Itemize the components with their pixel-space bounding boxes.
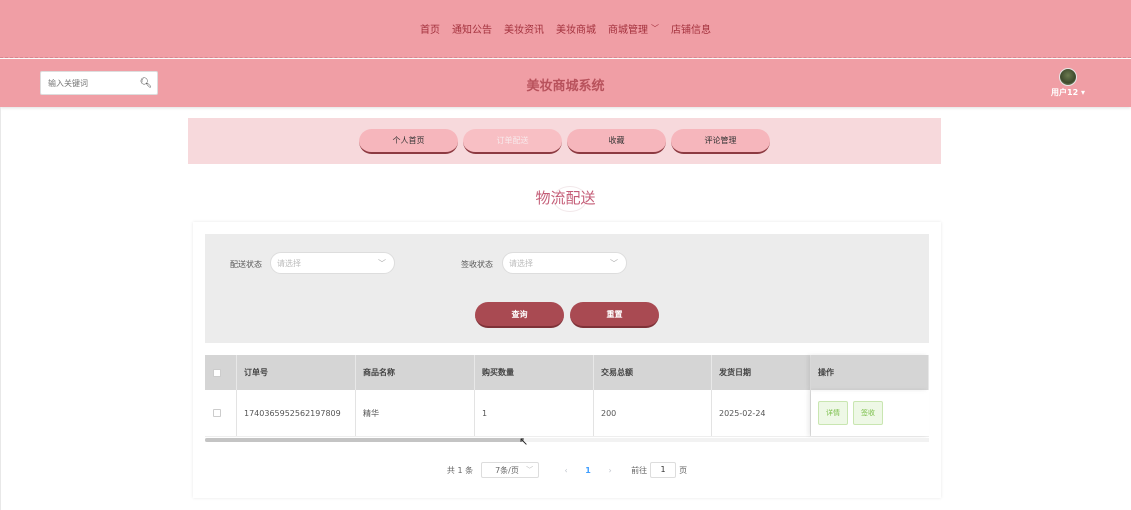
cell-quantity: 1 xyxy=(475,390,594,436)
chevron-down-icon: ﹀ xyxy=(651,24,659,33)
nav-item-store-info[interactable]: 店铺信息 xyxy=(671,21,711,36)
delivery-status-label: 配送状态 xyxy=(230,260,262,269)
mouse-cursor-icon: ↖ xyxy=(519,435,529,448)
site-title: 美妆商城系统 xyxy=(526,79,605,94)
cell-total: 200 xyxy=(594,390,712,436)
page-size-value: 7条/页 xyxy=(495,465,519,475)
username-row[interactable]: 用户12 ▾ xyxy=(1046,87,1090,98)
cell-actions: 详情 签收 xyxy=(811,390,929,436)
row-checkbox[interactable] xyxy=(213,409,221,417)
detail-button[interactable]: 详情 xyxy=(818,401,848,425)
filter-panel: 配送状态 请选择 ﹀ 签收状态 请选择 ﹀ 查询 重置 xyxy=(205,234,929,343)
prev-page-icon[interactable]: ‹ xyxy=(555,466,577,475)
horizontal-scrollbar[interactable] xyxy=(205,438,929,442)
query-button[interactable]: 查询 xyxy=(475,302,564,328)
header-bar: 🔍︎ 美妆商城系统 用户12 ▾ xyxy=(0,59,1131,107)
page-suffix: 页 xyxy=(679,465,688,475)
table-row: 1740365952562197809 精华 1 200 2025-02-24 … xyxy=(205,390,929,437)
scrollbar-thumb[interactable] xyxy=(205,438,524,442)
receipt-status-placeholder: 请选择 xyxy=(509,258,533,268)
col-order-no: 订单号 xyxy=(237,355,356,390)
page-size-select[interactable]: 7条/页 ﹀ xyxy=(481,462,540,478)
tab-personal-home[interactable]: 个人首页 xyxy=(359,128,458,154)
chevron-down-icon: ﹀ xyxy=(526,466,534,474)
col-actions: 操作 xyxy=(811,355,929,390)
cell-ship-date: 2025-02-24 xyxy=(712,390,811,436)
page-number[interactable]: 1 xyxy=(577,466,599,475)
cell-order-no: 1740365952562197809 xyxy=(237,390,356,436)
row-checkbox-cell xyxy=(205,390,237,436)
next-page-icon[interactable]: › xyxy=(599,466,621,475)
cell-product-name: 精华 xyxy=(356,390,475,436)
pagination: 共 1 条 7条/页 ﹀ ‹ 1 › 前往 1 页 xyxy=(193,462,941,478)
goto-page-input[interactable]: 1 xyxy=(650,462,677,478)
goto-label: 前往 xyxy=(631,465,648,475)
nav-item-home[interactable]: 首页 xyxy=(420,21,440,36)
tab-favorites[interactable]: 收藏 xyxy=(567,128,666,154)
content-card: 配送状态 请选择 ﹀ 签收状态 请选择 ﹀ 查询 重置 订单号 商品名称 购买数… xyxy=(193,222,941,498)
nav-item-beauty-mall[interactable]: 美妆商城 xyxy=(556,21,596,36)
col-ship-date: 发货日期 xyxy=(712,355,811,390)
page-left-border xyxy=(0,107,1,510)
user-center-tabs: 个人首页 订单配送 收藏 评论管理 xyxy=(188,118,941,164)
table-header: 订单号 商品名称 购买数量 交易总额 发货日期 操作 xyxy=(205,355,929,390)
sign-receipt-button[interactable]: 签收 xyxy=(853,401,883,425)
nav-item-notices[interactable]: 通知公告 xyxy=(452,21,492,36)
page-title: 物流配送 xyxy=(535,189,596,207)
tab-order-delivery[interactable]: 订单配送 xyxy=(463,128,562,154)
delivery-status-select[interactable]: 请选择 ﹀ xyxy=(270,252,395,274)
nav-item-mall-management-label: 商城管理 xyxy=(608,25,648,36)
select-all-checkbox[interactable] xyxy=(213,368,221,377)
nav-item-beauty-news[interactable]: 美妆资讯 xyxy=(504,21,544,36)
username: 用户12 xyxy=(1051,88,1079,97)
user-menu[interactable]: 用户12 ▾ xyxy=(1046,68,1090,98)
total-count: 共 1 条 xyxy=(446,465,474,475)
caret-down-icon: ▾ xyxy=(1080,88,1085,97)
col-product-name: 商品名称 xyxy=(356,355,475,390)
col-total: 交易总额 xyxy=(594,355,712,390)
orders-table: 订单号 商品名称 购买数量 交易总额 发货日期 操作 1740365952562… xyxy=(205,355,929,437)
receipt-status-select[interactable]: 请选择 ﹀ xyxy=(502,252,627,274)
delivery-status-placeholder: 请选择 xyxy=(277,258,301,268)
header-checkbox-cell xyxy=(205,355,237,390)
receipt-status-label: 签收状态 xyxy=(461,260,493,269)
nav-item-mall-management[interactable]: 商城管理 ﹀ xyxy=(608,21,659,36)
avatar[interactable] xyxy=(1059,68,1077,86)
col-quantity: 购买数量 xyxy=(475,355,594,390)
top-navigation: 首页 通知公告 美妆资讯 美妆商城 商城管理 ﹀ 店铺信息 xyxy=(0,0,1131,58)
reset-button[interactable]: 重置 xyxy=(570,302,659,328)
chevron-down-icon: ﹀ xyxy=(610,259,618,268)
chevron-down-icon: ﹀ xyxy=(378,259,386,268)
tab-review-management[interactable]: 评论管理 xyxy=(671,128,770,154)
